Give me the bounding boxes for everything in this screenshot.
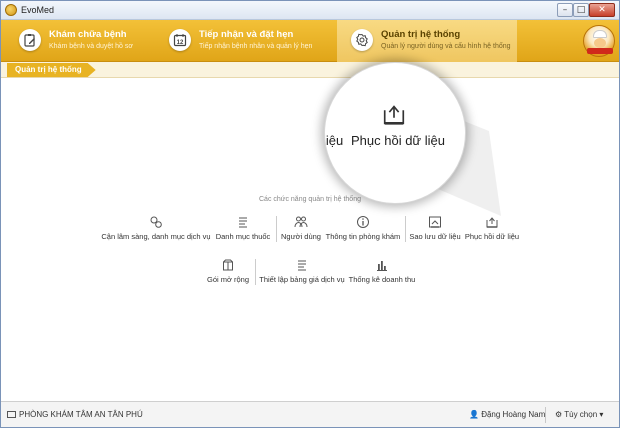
package-icon	[223, 259, 233, 271]
chevron-down-icon: ▾	[599, 410, 604, 419]
options-label: Tùy chọn	[564, 410, 598, 419]
bar-chart-icon	[377, 261, 387, 271]
current-user[interactable]: 👤 Đặng Hoàng Nam	[469, 410, 545, 419]
clinic-icon	[7, 411, 16, 418]
title-bar[interactable]: EvoMed – □ ✕	[1, 1, 619, 20]
fn-can-lam-sang[interactable]: Cận lâm sàng, danh mục dịch vụ	[101, 215, 211, 241]
list-icon	[298, 260, 306, 271]
list-icon	[239, 217, 247, 228]
admin-functions-panel: Các chức năng quản trị hệ thống Cận lâm …	[1, 78, 619, 400]
fn-thong-tin-phong-kham[interactable]: Thông tin phòng khám	[325, 215, 401, 241]
fn-danh-muc-thuoc[interactable]: Danh mục thuốc	[213, 215, 273, 241]
fn-label: Danh mục thuốc	[215, 232, 271, 241]
fn-label: Thông tin phòng khám	[325, 232, 401, 241]
fn-phuc-hoi-du-lieu[interactable]: Phục hồi dữ liệu	[464, 215, 520, 241]
separator	[276, 216, 277, 242]
tab-tiep-nhan[interactable]: 12 Tiếp nhận và đặt hẹn Tiếp nhận bệnh n…	[155, 20, 325, 62]
user-name: Đặng Hoàng Nam	[481, 410, 546, 419]
tab-subtitle: Quản lý người dùng và cấu hình hệ thống	[381, 43, 511, 50]
magnified-label: Phục hồi dữ liệu	[351, 133, 445, 148]
fn-label: Thiết lập bảng giá dịch vụ	[259, 275, 345, 284]
backup-icon	[429, 216, 441, 228]
fn-label: Cận lâm sàng, danh mục dịch vụ	[101, 232, 211, 241]
restore-icon	[486, 217, 498, 228]
tab-kham-chua-benh[interactable]: Khám chữa bệnh Khám bệnh và duyệt hồ sơ	[5, 20, 155, 62]
separator	[405, 216, 406, 242]
status-bar: PHÒNG KHÁM TÂM AN TÂN PHÚ 👤 Đặng Hoàng N…	[1, 401, 619, 427]
restore-icon	[383, 105, 405, 125]
tab-title: Tiếp nhận và đặt hẹn	[199, 29, 294, 40]
user-icon: 👤	[469, 410, 479, 419]
app-logo-icon	[5, 4, 17, 16]
clinic-label: PHÒNG KHÁM TÂM AN TÂN PHÚ	[19, 410, 143, 419]
info-icon	[357, 216, 369, 228]
minimize-button[interactable]: –	[557, 3, 573, 17]
fn-sao-luu-du-lieu[interactable]: Sao lưu dữ liệu	[408, 215, 462, 241]
app-window: EvoMed – □ ✕ Khám chữa bệnh Khám bệnh và…	[0, 0, 620, 428]
ribbon-bar: Khám chữa bệnh Khám bệnh và duyệt hồ sơ …	[1, 20, 619, 62]
fn-label: Gói mở rộng	[206, 275, 249, 284]
calendar-icon: 12	[169, 29, 191, 51]
window-title: EvoMed	[21, 5, 55, 15]
maximize-button[interactable]: □	[573, 3, 589, 17]
fn-label: Phục hồi dữ liệu	[464, 232, 520, 241]
tab-title: Quản trị hệ thống	[381, 29, 461, 40]
section-label: Các chức năng quản trị hệ thống	[259, 196, 361, 203]
calendar-day: 12	[177, 40, 184, 46]
magnified-partial-label: liệu	[324, 133, 344, 148]
fn-label: Thống kê doanh thu	[348, 275, 416, 284]
fn-label: Sao lưu dữ liệu	[409, 232, 461, 241]
users-icon	[294, 216, 308, 228]
separator	[255, 259, 256, 285]
fn-thiet-lap-bang-gia[interactable]: Thiết lập bảng giá dịch vụ	[258, 258, 346, 284]
fn-thong-ke-doanh-thu[interactable]: Thống kê doanh thu	[348, 258, 416, 284]
magnifier-lens: liệu Phục hồi dữ liệu	[324, 62, 466, 204]
clipboard-edit-icon	[19, 29, 41, 51]
tab-title: Khám chữa bệnh	[49, 29, 127, 40]
clinic-name: PHÒNG KHÁM TÂM AN TÂN PHÚ	[7, 410, 143, 419]
fn-nguoi-dung[interactable]: Người dùng	[279, 215, 323, 241]
breadcrumb[interactable]: Quản trị hệ thống	[7, 63, 96, 77]
flask-circles-icon	[150, 216, 162, 228]
gear-icon	[351, 29, 373, 51]
fn-label: Người dùng	[281, 232, 321, 241]
breadcrumb-bar: Quản trị hệ thống	[1, 62, 619, 78]
fn-goi-mo-rong[interactable]: Gói mở rộng	[205, 258, 251, 284]
gear-icon: ⚙	[555, 410, 563, 419]
close-button[interactable]: ✕	[589, 3, 615, 17]
tab-subtitle: Tiếp nhận bệnh nhân và quản lý hẹn	[199, 43, 313, 50]
tab-quan-tri-he-thong[interactable]: Quản trị hệ thống Quản lý người dùng và …	[337, 20, 517, 62]
separator	[545, 407, 546, 423]
mascot-logo	[583, 25, 615, 57]
tab-subtitle: Khám bệnh và duyệt hồ sơ	[49, 43, 133, 50]
options-menu[interactable]: ⚙ Tùy chọn ▾	[555, 410, 603, 419]
